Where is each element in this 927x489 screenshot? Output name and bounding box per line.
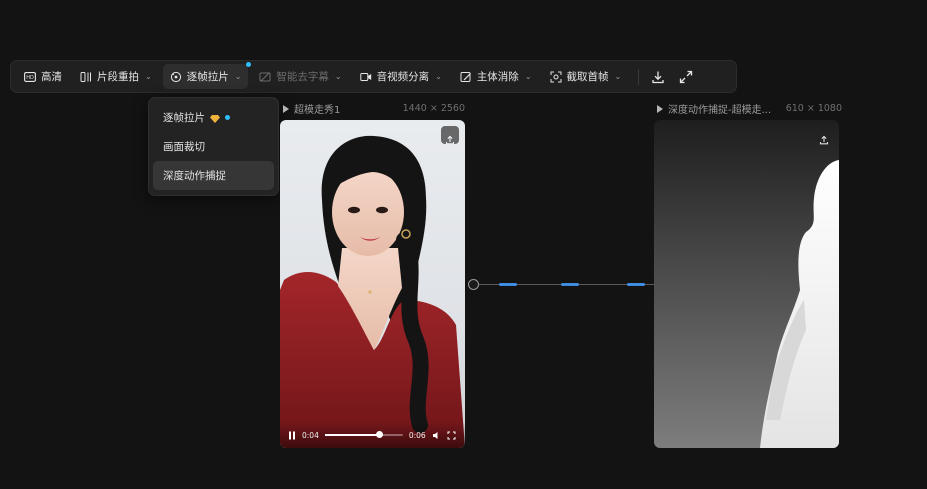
chevron-down-icon: ⌄ [524,72,532,81]
fullscreen-icon[interactable] [447,431,456,440]
audio-video-icon [359,71,372,83]
chevron-down-icon: ⌄ [435,72,442,81]
chevron-down-icon: ⌄ [234,72,242,81]
capture-first-frame-label: 截取首帧 [566,71,609,83]
menu-item-label: 逐帧拉片 [163,112,205,124]
progress-knob[interactable] [375,431,383,438]
hd-button[interactable]: HD 高清 [17,64,69,89]
connector-glow [561,283,579,286]
model-portrait-image [280,135,465,448]
source-video-preview[interactable]: 0:04 0:06 [280,120,465,448]
connector-node[interactable] [468,279,479,290]
flow-connector [469,283,655,286]
video-controls: 0:04 0:06 [280,422,465,448]
workspace-canvas: HD 高清 片段重拍 ⌄ 逐帧拉片 ⌄ 智能去字幕 ⌄ 音视频分离 ⌄ 主体消除… [0,0,927,489]
left-clip-header[interactable]: 超模走秀1 1440 × 2560 [283,101,465,116]
capture-first-frame-button[interactable]: 截取首帧 ⌄ [543,64,629,89]
clip-resolution: 610 × 1080 [785,103,842,114]
hd-icon: HD [24,71,36,83]
audio-split-label: 音视频分离 [376,71,430,83]
reshoot-button[interactable]: 片段重拍 ⌄ [73,64,159,89]
menu-item-label: 深度动作捕捉 [163,170,226,182]
volume-icon[interactable] [432,431,441,440]
export-button[interactable] [441,126,459,145]
play-pause-icon[interactable] [288,431,296,440]
download-icon [651,70,665,84]
audio-split-button[interactable]: 音视频分离 ⌄ [353,64,449,89]
depth-silhouette-image [760,160,839,448]
connector-glow [627,283,645,286]
menu-item-crop[interactable]: 画面裁切 [153,132,274,161]
upload-icon [819,130,829,145]
progress-fill [324,434,379,436]
depth-capture-preview[interactable] [654,120,839,448]
new-badge-dot [225,115,230,120]
svg-text:HD: HD [26,75,34,81]
download-button[interactable] [645,64,671,89]
export-button[interactable] [815,126,833,145]
menu-item-label: 画面裁切 [163,141,205,153]
hd-label: 高清 [41,71,62,83]
reshoot-label: 片段重拍 [97,71,139,83]
collapse-triangle-icon [657,104,663,113]
remove-subtitles-label: 智能去字幕 [276,71,329,83]
new-badge-dot [246,62,252,67]
scissors-icon [80,71,92,83]
clip-resolution: 1440 × 2560 [402,103,465,114]
clip-title: 深度动作捕捉-超模走... [668,105,772,116]
expand-button[interactable] [675,64,697,89]
frame-by-frame-label: 逐帧拉片 [186,71,229,83]
chevron-down-icon: ⌄ [614,72,622,81]
subject-removal-button[interactable]: 主体消除 ⌄ [453,64,539,89]
chevron-down-icon: ⌄ [145,72,152,81]
chevron-down-icon: ⌄ [334,72,342,81]
toolbar: HD 高清 片段重拍 ⌄ 逐帧拉片 ⌄ 智能去字幕 ⌄ 音视频分离 ⌄ 主体消除… [10,60,737,93]
expand-icon [679,70,693,84]
frame-tools-dropdown: 逐帧拉片 画面裁切 深度动作捕捉 [148,97,279,196]
menu-item-frame-by-frame[interactable]: 逐帧拉片 [153,103,274,132]
no-subtitle-icon [259,71,271,83]
film-frames-icon [170,71,182,83]
right-clip-header[interactable]: 深度动作捕捉-超模走... 610 × 1080 [657,101,842,116]
camera-capture-icon [550,71,562,83]
upload-icon [445,130,455,145]
remove-subtitles-button[interactable]: 智能去字幕 ⌄ [252,64,348,89]
eraser-icon [460,71,472,83]
current-time: 0:04 [302,430,319,440]
clip-title: 超模走秀1 [294,105,341,116]
total-time: 0:06 [408,430,426,440]
toolbar-divider [638,68,640,85]
connector-glow [499,283,517,286]
subject-removal-label: 主体消除 [476,71,519,83]
progress-slider[interactable] [324,431,403,438]
menu-item-depth-motion-capture[interactable]: 深度动作捕捉 [153,161,274,190]
collapse-triangle-icon [283,104,289,113]
frame-by-frame-button[interactable]: 逐帧拉片 ⌄ [162,62,252,89]
diamond-icon [210,114,220,123]
